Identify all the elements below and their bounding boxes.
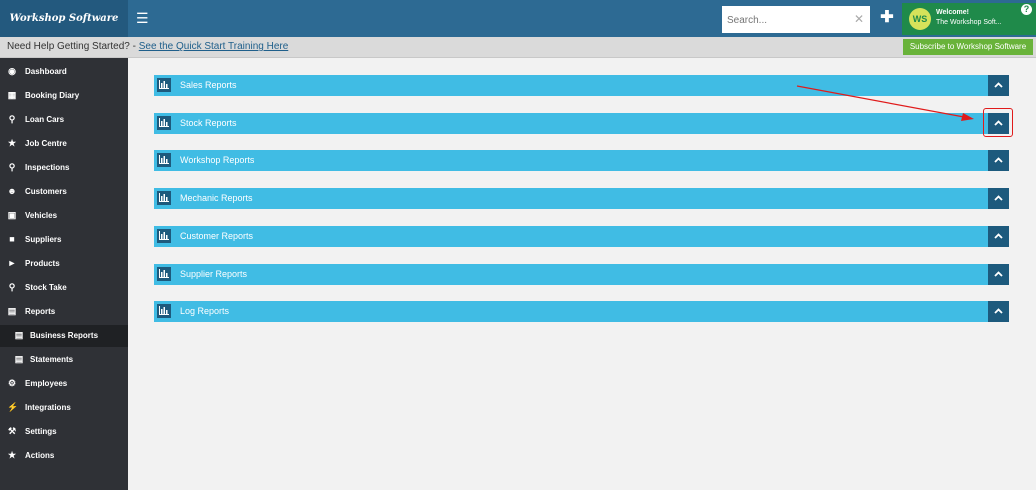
sidebar-item-label: Suppliers bbox=[25, 235, 62, 244]
quick-start-link[interactable]: See the Quick Start Training Here bbox=[139, 41, 289, 52]
report-panel-workshop-reports[interactable]: Workshop Reports bbox=[154, 150, 1009, 172]
info-bar: Need Help Getting Started? - See the Qui… bbox=[0, 37, 1036, 58]
welcome-text: Welcome! bbox=[936, 9, 969, 16]
sidebar-item-actions[interactable]: ★ Actions bbox=[0, 445, 128, 467]
brand-logo[interactable]: Workshop Software bbox=[0, 0, 128, 37]
avatar: WS bbox=[909, 8, 931, 30]
hamburger-menu-icon[interactable]: ☰ bbox=[136, 10, 150, 26]
bar-chart-icon bbox=[157, 115, 171, 130]
chevron-up-icon[interactable] bbox=[988, 75, 1009, 96]
sidebar-item-label: Integrations bbox=[25, 403, 71, 412]
bar-chart-icon: ▤ bbox=[7, 306, 17, 316]
sidebar-item-integrations[interactable]: ⚡ Integrations bbox=[0, 397, 128, 419]
sidebar-item-products[interactable]: ► Products bbox=[0, 253, 128, 275]
sidebar-item-dashboard[interactable]: ◉ Dashboard bbox=[0, 61, 128, 83]
report-panel-mechanic-reports[interactable]: Mechanic Reports bbox=[154, 188, 1009, 210]
sidebar-item-label: Stock Take bbox=[25, 283, 67, 292]
add-button[interactable]: ✚ bbox=[878, 9, 896, 27]
sidebar-item-booking-diary[interactable]: ▦ Booking Diary bbox=[0, 85, 128, 107]
sidebar: ◉ Dashboard ▦ Booking Diary ⚲ Loan Cars ★ Job C… bbox=[0, 58, 128, 490]
report-panel-title: Customer Reports bbox=[180, 230, 254, 241]
sidebar-item-label: Job Centre bbox=[25, 139, 67, 148]
search-icon: ⚲ bbox=[8, 162, 16, 172]
bar-chart-icon bbox=[157, 191, 171, 206]
sidebar-item-employees[interactable]: ⚙ Employees bbox=[0, 373, 128, 395]
report-panel-sales-reports[interactable]: Sales Reports bbox=[154, 75, 1009, 96]
help-prefix: Need Help Getting Started? - bbox=[7, 41, 139, 52]
tag-icon: ► bbox=[7, 258, 17, 268]
sidebar-item-vehicles[interactable]: ▣ Vehicles bbox=[0, 205, 128, 227]
star-icon: ★ bbox=[7, 450, 17, 460]
plug-icon: ⚡ bbox=[7, 402, 19, 412]
car-icon: ▣ bbox=[7, 210, 17, 220]
sidebar-item-customers[interactable]: ☻ Customers bbox=[0, 181, 128, 203]
sidebar-item-inspections[interactable]: ⚲ Inspections bbox=[0, 157, 128, 179]
search-input[interactable] bbox=[725, 10, 851, 30]
report-panel-title: Mechanic Reports bbox=[180, 193, 253, 204]
sidebar-item-reports[interactable]: ▤ Reports bbox=[0, 301, 128, 323]
sidebar-item-label: Loan Cars bbox=[25, 115, 65, 124]
chevron-up-icon[interactable] bbox=[988, 225, 1009, 247]
sidebar-item-label: Business Reports bbox=[30, 331, 99, 340]
sidebar-item-stock-take[interactable]: ⚲ Stock Take bbox=[0, 277, 128, 299]
sidebar-item-suppliers[interactable]: ■ Suppliers bbox=[0, 229, 128, 251]
help-icon[interactable]: ? bbox=[1021, 4, 1032, 15]
users-icon: ☻ bbox=[7, 186, 17, 196]
sidebar-item-statements[interactable]: ▤ Statements bbox=[0, 349, 128, 371]
document-icon: ▤ bbox=[14, 354, 24, 364]
subscribe-button[interactable]: Subscribe to Workshop Software bbox=[903, 39, 1033, 55]
sidebar-item-label: Customers bbox=[25, 187, 67, 196]
report-panel-title: Supplier Reports bbox=[180, 268, 248, 279]
report-panel-log-reports[interactable]: Log Reports bbox=[154, 301, 1009, 323]
sidebar-item-settings[interactable]: ⚒ Settings bbox=[0, 421, 128, 443]
chevron-up-icon[interactable] bbox=[988, 301, 1009, 323]
report-panel-title: Log Reports bbox=[180, 306, 230, 317]
user-name: The Workshop Soft... bbox=[936, 19, 1002, 26]
dashboard-icon: ◉ bbox=[8, 66, 16, 76]
sidebar-item-label: Actions bbox=[25, 451, 55, 460]
sidebar-item-label: Inspections bbox=[25, 163, 70, 172]
report-panel-customer-reports[interactable]: Customer Reports bbox=[154, 225, 1009, 247]
user-menu[interactable]: WS Welcome! The Workshop Soft... ? bbox=[902, 3, 1036, 35]
sidebar-item-label: Booking Diary bbox=[25, 91, 80, 100]
sidebar-item-label: Settings bbox=[25, 427, 57, 436]
report-panel-title: Sales Reports bbox=[180, 80, 237, 90]
bar-chart-icon bbox=[157, 78, 171, 92]
search-box: ✕ bbox=[722, 6, 870, 33]
report-panel-title: Workshop Reports bbox=[180, 155, 255, 166]
sidebar-item-business-reports[interactable]: ▤ Business Reports bbox=[0, 325, 128, 347]
report-panel-title: Stock Reports bbox=[180, 117, 237, 128]
sidebar-item-label: Dashboard bbox=[25, 67, 67, 76]
document-icon: ▤ bbox=[14, 330, 24, 340]
report-panel-stock-reports[interactable]: Stock Reports bbox=[154, 112, 1009, 134]
search-icon: ⚲ bbox=[8, 282, 16, 292]
sidebar-item-job-centre[interactable]: ★ Job Centre bbox=[0, 133, 128, 155]
search-icon: ⚲ bbox=[8, 114, 16, 124]
bar-chart-icon bbox=[157, 153, 171, 168]
sidebar-item-label: Products bbox=[25, 259, 60, 268]
sidebar-item-loan-cars[interactable]: ⚲ Loan Cars bbox=[0, 109, 128, 131]
chevron-up-icon[interactable] bbox=[988, 263, 1009, 285]
sidebar-item-label: Employees bbox=[25, 379, 68, 388]
star-icon: ★ bbox=[7, 138, 17, 148]
bar-chart-icon bbox=[157, 228, 171, 243]
top-bar: Workshop Software ☰ ✕ ✚ WS Welcome! The … bbox=[0, 0, 1036, 37]
bar-chart-icon bbox=[157, 304, 171, 319]
chevron-up-icon[interactable] bbox=[988, 188, 1009, 210]
sidebar-item-label: Reports bbox=[25, 307, 56, 316]
truck-icon: ■ bbox=[9, 234, 15, 244]
report-panel-supplier-reports[interactable]: Supplier Reports bbox=[154, 263, 1009, 285]
cogs-icon: ⚙ bbox=[7, 378, 17, 388]
chevron-up-icon[interactable] bbox=[988, 150, 1009, 172]
bar-chart-icon bbox=[157, 266, 171, 281]
highlight-box bbox=[983, 108, 1013, 137]
help-message: Need Help Getting Started? - See the Qui… bbox=[7, 41, 288, 52]
wrench-icon: ⚒ bbox=[7, 426, 17, 436]
close-icon[interactable]: ✕ bbox=[854, 12, 864, 26]
sidebar-item-label: Statements bbox=[30, 355, 74, 364]
calendar-icon: ▦ bbox=[7, 90, 17, 100]
sidebar-item-label: Vehicles bbox=[25, 211, 58, 220]
